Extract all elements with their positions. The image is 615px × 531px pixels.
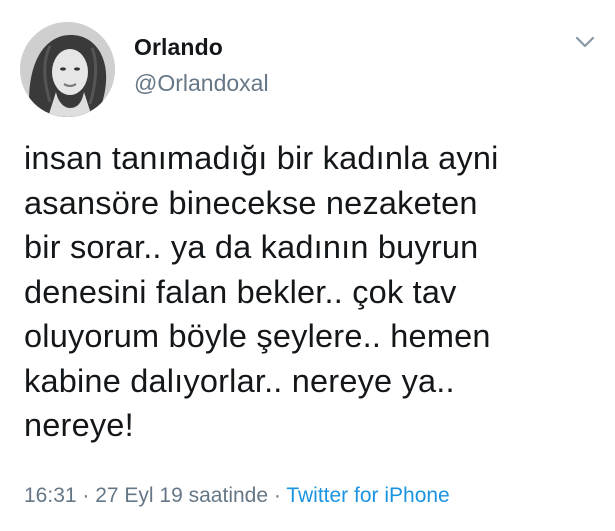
profile-photo-icon xyxy=(20,22,115,117)
tweet-text: insan tanımadığı bir kadınla ayni asansö… xyxy=(24,140,499,443)
tweet-time[interactable]: 16:31 xyxy=(24,484,77,507)
tweet-date[interactable]: 27 Eyl 19 saatinde xyxy=(95,484,268,507)
tweet-meta: 16:31 · 27 Eyl 19 saatinde · Twitter for… xyxy=(24,484,450,508)
tweet-card: Orlando @Orlandoxal insan tanımadığı bir… xyxy=(0,0,615,531)
chevron-down-icon[interactable] xyxy=(574,34,596,50)
meta-separator: · xyxy=(268,484,287,507)
display-name[interactable]: Orlando xyxy=(134,34,223,61)
tweet-source-link[interactable]: Twitter for iPhone xyxy=(286,484,449,507)
user-handle[interactable]: @Orlandoxal xyxy=(134,70,269,97)
avatar[interactable] xyxy=(20,22,115,117)
meta-separator: · xyxy=(76,484,96,507)
